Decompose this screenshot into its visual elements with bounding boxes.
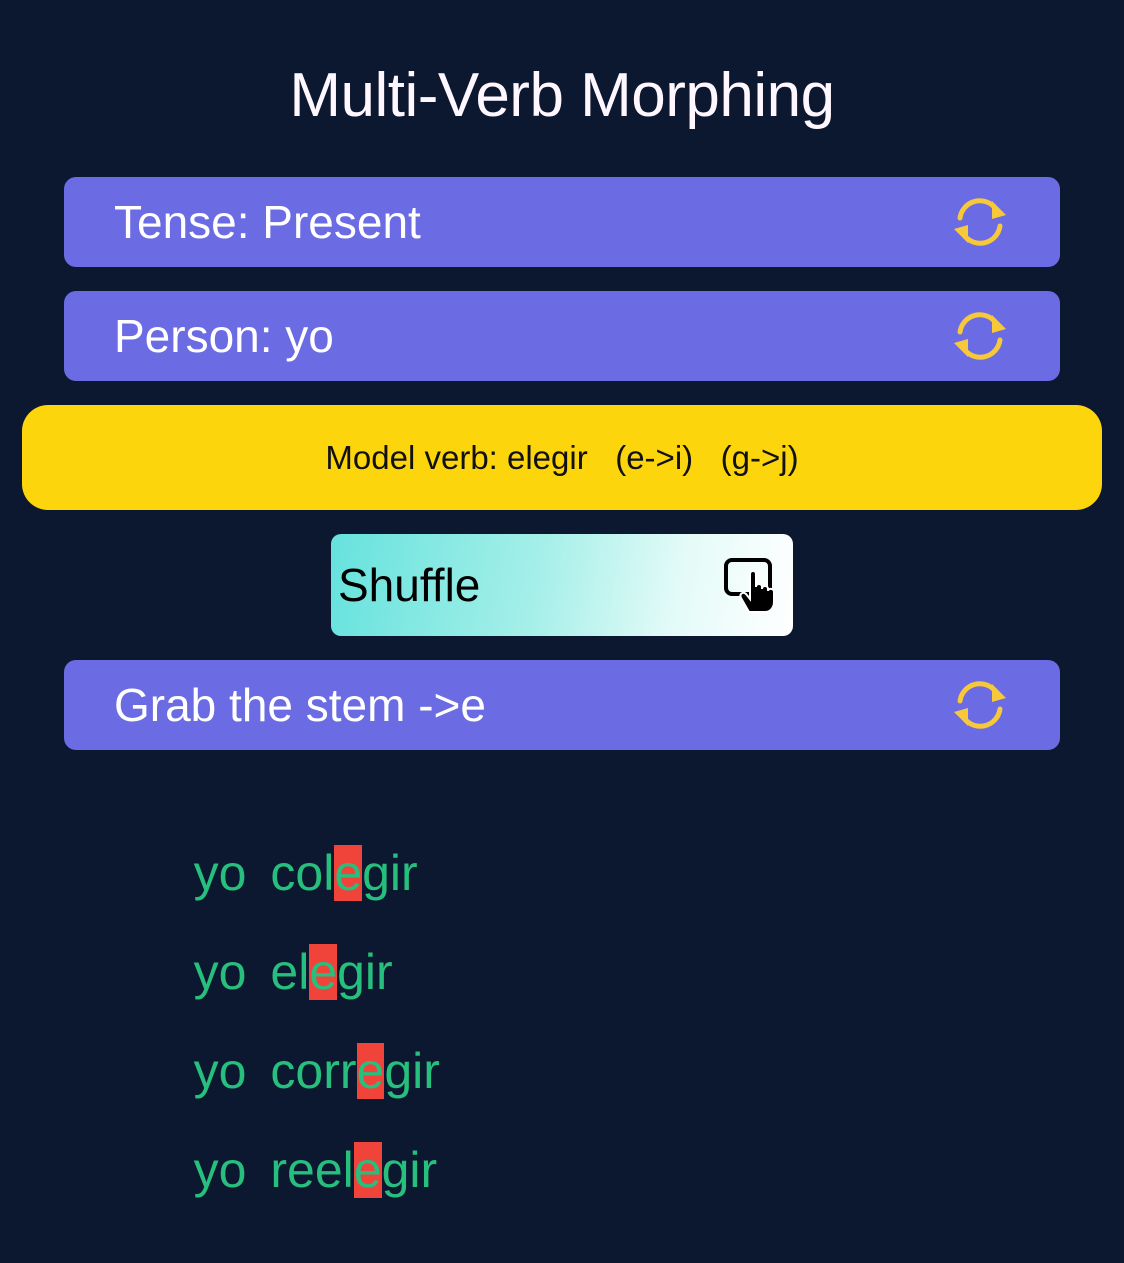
person-selector[interactable]: Person: yo xyxy=(64,291,1060,381)
verb-stem-before: reel xyxy=(270,1142,354,1198)
tense-label: Tense: Present xyxy=(114,196,421,248)
page-title: Multi-Verb Morphing xyxy=(289,61,835,130)
verb-item[interactable]: yo reelegir xyxy=(138,1077,437,1198)
task-selector[interactable]: Grab the stem ->e xyxy=(64,660,1060,750)
tense-selector[interactable]: Tense: Present xyxy=(64,177,1060,267)
model-verb-banner: Model verb: elegir (e->i) (g->j) xyxy=(22,405,1102,510)
verb-item[interactable]: yo elegir xyxy=(138,879,393,1000)
shuffle-label: Shuffle xyxy=(338,559,481,611)
refresh-cycle-icon[interactable] xyxy=(950,676,1010,734)
verb-pronoun: yo xyxy=(193,1142,247,1198)
verb-item[interactable]: yo corregir xyxy=(138,978,440,1099)
refresh-cycle-icon[interactable] xyxy=(950,307,1010,365)
tap-screen-icon xyxy=(723,554,785,616)
verb-stem-after: gir xyxy=(381,1142,438,1198)
person-label: Person: yo xyxy=(114,310,334,362)
verb-highlight-letter[interactable]: e xyxy=(353,1142,382,1198)
task-label: Grab the stem ->e xyxy=(114,679,486,731)
refresh-cycle-icon[interactable] xyxy=(950,193,1010,251)
verb-item[interactable]: yo colegir xyxy=(138,780,418,901)
shuffle-button[interactable]: Shuffle xyxy=(331,534,793,636)
